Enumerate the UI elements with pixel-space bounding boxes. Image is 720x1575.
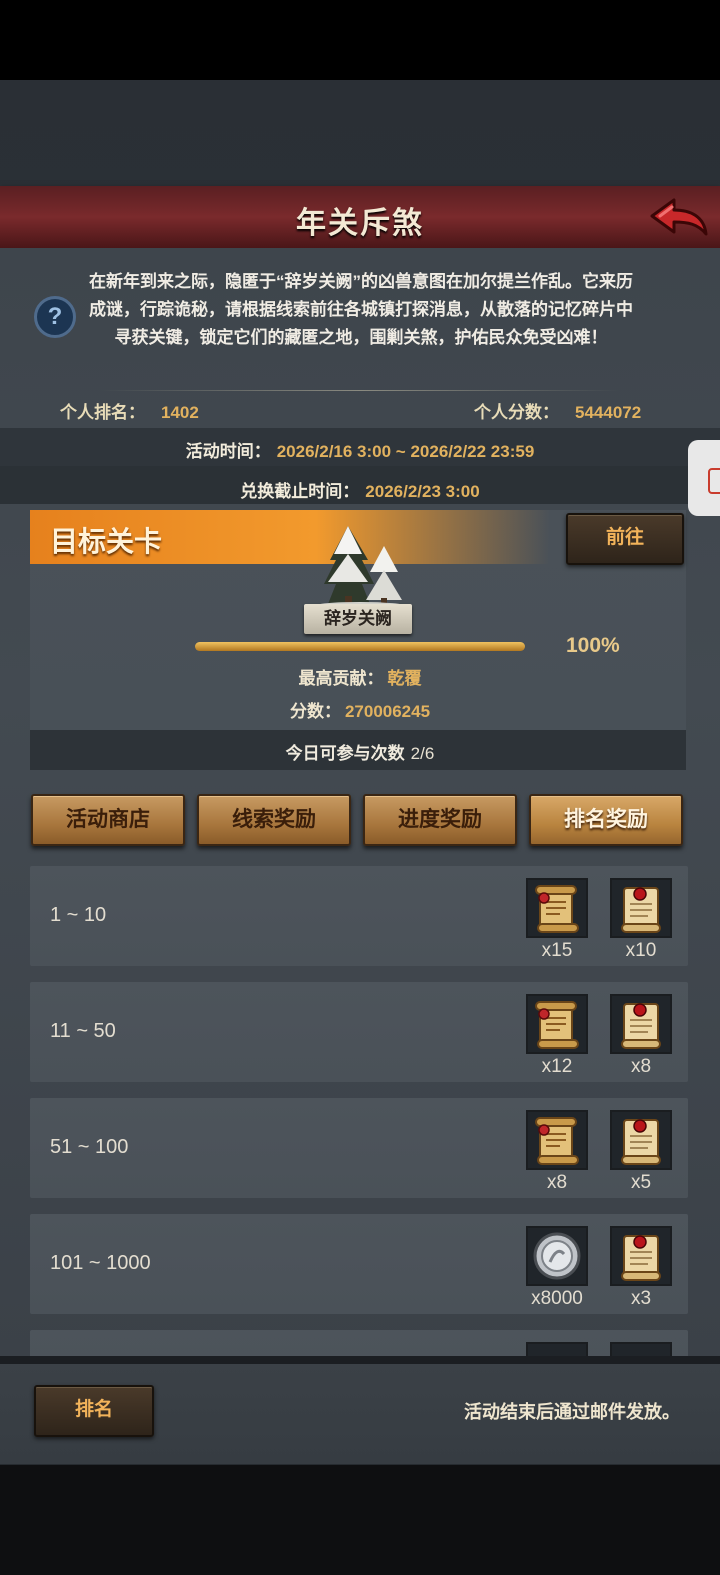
gold-scroll-icon[interactable] — [526, 878, 588, 938]
gold-scroll-icon[interactable] — [526, 1110, 588, 1170]
list-item: 51 ~ 100 x8 x5 — [30, 1098, 688, 1198]
personal-rank-label: 个人排名： — [60, 403, 145, 422]
personal-rank: 个人排名： 1402 — [60, 398, 199, 423]
tab-ranking-rewards[interactable]: 排名奖励 — [529, 794, 683, 846]
top-contributor: 最高贡献： 乾覆 — [0, 664, 720, 689]
personal-score: 个人分数： 5444072 — [474, 398, 641, 423]
reward-quantity: x15 — [541, 940, 573, 961]
daily-attempts: 今日可参与次数 2/6 — [0, 739, 720, 764]
status-bar-area — [0, 0, 720, 80]
target-stage-title: 目标关卡 — [50, 526, 163, 557]
tab-activity-shop[interactable]: 活动商店 — [31, 794, 185, 846]
stage-score-label: 分数： — [289, 702, 341, 721]
top-contributor-value: 乾覆 — [387, 669, 422, 688]
rank-range: 51 ~ 100 — [50, 1136, 129, 1158]
drawer-icon — [708, 468, 720, 494]
reward-quantity: x12 — [541, 1056, 573, 1077]
list-bottom-edge — [0, 1356, 720, 1364]
tab-progress-rewards[interactable]: 进度奖励 — [363, 794, 517, 846]
personal-score-label: 个人分数： — [474, 403, 559, 422]
stage-score-value: 270006245 — [344, 702, 431, 721]
rank-range: 1 ~ 10 — [50, 904, 107, 926]
activity-time-label: 活动时间： — [185, 442, 271, 461]
rank-range: 11 ~ 50 — [50, 1020, 116, 1042]
daily-attempts-label: 今日可参与次数 — [285, 744, 405, 763]
exchange-deadline: 兑换截止时间： 2026/2/23 3:00 — [0, 477, 720, 502]
stage-progress-text: 100% — [566, 634, 620, 657]
tab-clue-rewards[interactable]: 线索奖励 — [197, 794, 351, 846]
title-banner: 年关斥煞 — [0, 186, 720, 251]
reward-quantity: x8000 — [531, 1288, 583, 1309]
sealed-scroll-icon[interactable] — [610, 1342, 672, 1356]
silver-coin-icon[interactable] — [526, 1226, 588, 1286]
stage-progress-fill — [195, 642, 525, 651]
sealed-scroll-icon[interactable] — [610, 994, 672, 1054]
side-drawer-tab[interactable] — [688, 440, 720, 516]
stage-progress-bar — [195, 642, 525, 651]
rank-range: 101 ~ 1000 — [50, 1252, 151, 1274]
daily-attempts-value: 2/6 — [410, 744, 435, 763]
list-item: 11 ~ 50 x12 x8 — [30, 982, 688, 1082]
activity-time-value: 2026/2/16 3:00 ~ 2026/2/22 23:59 — [276, 442, 535, 461]
go-button[interactable]: 前往 — [566, 513, 684, 565]
stage-name-plate: 辞岁关阙 — [304, 604, 412, 634]
personal-score-value: 5444072 — [575, 403, 642, 422]
help-icon[interactable]: ? — [34, 296, 76, 338]
navigation-bar-area — [0, 1465, 720, 1575]
ranking-button[interactable]: 排名 — [34, 1385, 154, 1437]
stage-score: 分数： 270006245 — [0, 697, 720, 722]
sealed-scroll-icon[interactable] — [610, 1110, 672, 1170]
mail-delivery-note: 活动结束后通过邮件发放。 — [464, 1402, 680, 1422]
ranking-reward-list[interactable]: 1 ~ 10 x15 x10 11 ~ 50 x12 x8 51 ~ 100 x8 x5 101 … — [30, 866, 688, 1356]
back-button[interactable] — [646, 194, 710, 242]
snowy-trees-icon — [314, 526, 406, 610]
personal-rank-value: 1402 — [161, 403, 199, 422]
exchange-deadline-value: 2026/2/23 3:00 — [365, 482, 480, 501]
reward-quantity: x8 — [546, 1172, 568, 1193]
list-item — [30, 1330, 688, 1356]
divider — [100, 390, 620, 391]
activity-time: 活动时间： 2026/2/16 3:00 ~ 2026/2/22 23:59 — [0, 437, 720, 462]
event-description: 在新年到来之际，隐匿于“辞岁关阙”的凶兽意图在加尔提兰作乱。它来历成谜，行踪诡秘… — [89, 272, 633, 347]
back-arrow-icon — [650, 198, 708, 236]
reward-quantity: x10 — [625, 940, 657, 961]
top-contributor-label: 最高贡献： — [298, 669, 384, 688]
reward-quantity: x3 — [630, 1288, 652, 1309]
exchange-deadline-label: 兑换截止时间： — [240, 482, 360, 501]
reward-quantity: x5 — [630, 1172, 652, 1193]
gold-scroll-icon[interactable] — [526, 994, 588, 1054]
sealed-scroll-icon[interactable] — [610, 878, 672, 938]
reward-quantity: x8 — [630, 1056, 652, 1077]
page-title: 年关斥煞 — [296, 207, 424, 240]
sealed-scroll-icon[interactable] — [610, 1226, 672, 1286]
list-item: 1 ~ 10 x15 x10 — [30, 866, 688, 966]
list-item: 101 ~ 1000 x8000 x3 — [30, 1214, 688, 1314]
silver-coin-icon[interactable] — [526, 1342, 588, 1356]
